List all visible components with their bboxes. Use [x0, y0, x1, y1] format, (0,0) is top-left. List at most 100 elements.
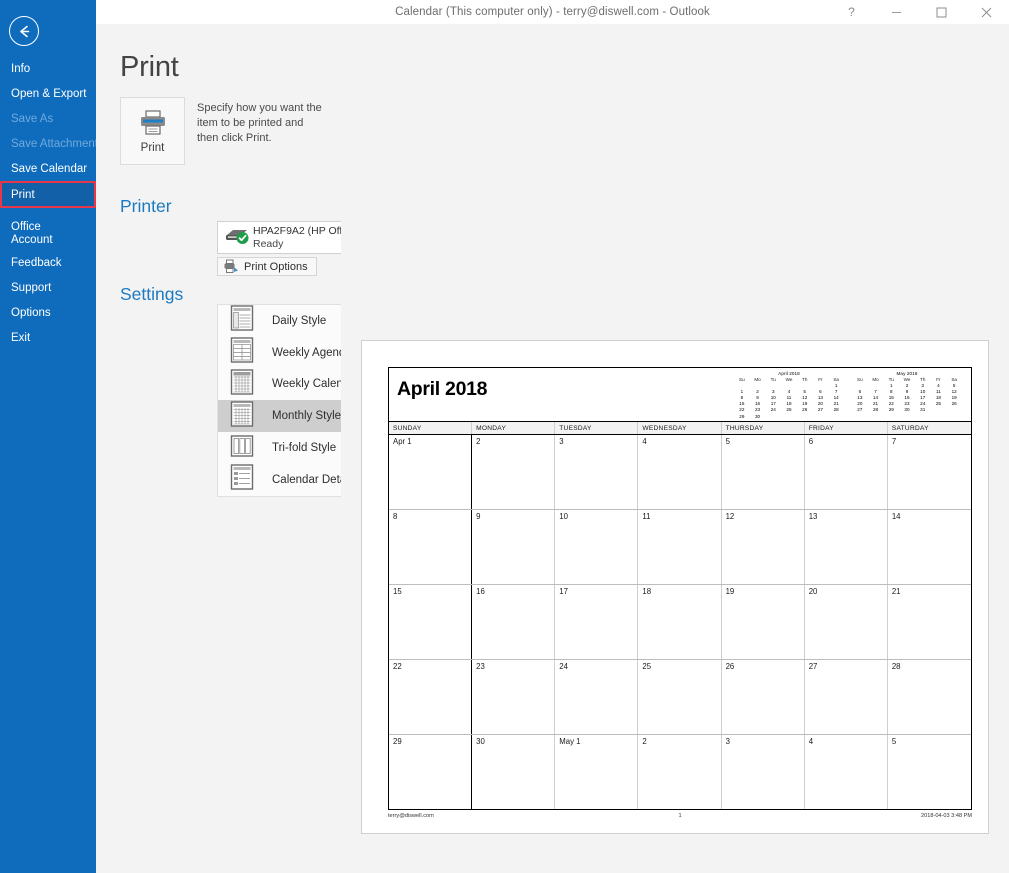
mini-calendar-title: May 2018 [852, 371, 962, 376]
sidebar-item-save-attachments: Save Attachments [0, 131, 96, 156]
question-mark-icon: ? [848, 5, 855, 19]
sidebar-item-save-as: Save As [0, 106, 96, 131]
print-button-label: Print [141, 142, 165, 154]
calendar-day-cell: 8 [389, 510, 472, 584]
mini-calendar-grid: SuMoTuWeThFrSa 1123456789101112131415161… [734, 377, 844, 420]
calendar-day-cell: 15 [389, 585, 472, 659]
calendar-day-cell: 23 [472, 660, 555, 734]
mini-day-blank [765, 414, 781, 420]
calendar-day-cell: 10 [555, 510, 638, 584]
mini-day-cell: 29 [734, 414, 750, 420]
mini-day-blank [828, 414, 844, 420]
calendar-day-cell: Apr 1 [389, 435, 472, 509]
calendar-day-cell: 27 [805, 660, 888, 734]
calendar-day-cell: 4 [805, 735, 888, 809]
calendar-day-cell: 22 [389, 660, 472, 734]
calendar-day-cell: 11 [638, 510, 721, 584]
backstage-nav: Info Open & Export Save As Save Attachme… [0, 56, 96, 350]
calendar-day-cell: 30 [472, 735, 555, 809]
calendar-day-header: WEDNESDAY [638, 422, 721, 434]
sidebar-item-feedback[interactable]: Feedback [0, 250, 96, 275]
print-options-button[interactable]: Print Options [217, 257, 317, 276]
help-button[interactable]: ? [829, 0, 874, 24]
calendar-day-cell: 26 [722, 660, 805, 734]
style-option-label: Daily Style [272, 315, 326, 327]
sidebar-item-label: Save Calendar [11, 163, 87, 175]
monthly-style-icon [230, 401, 254, 432]
printer-icon [138, 109, 168, 137]
printer-section-heading: Printer [120, 196, 172, 217]
sidebar-item-save-calendar[interactable]: Save Calendar [0, 156, 96, 181]
mini-calendar-grid: SuMoTuWeThFrSa 1234567891011121314151617… [852, 377, 962, 414]
calendar-day-cell: 12 [722, 510, 805, 584]
print-preview-area: April 2018 April 2018 SuMoTuWeThFrSa 112… [341, 24, 1009, 873]
mini-day-cell: 28 [868, 407, 884, 413]
calendar-day-header: SUNDAY [389, 422, 472, 434]
sidebar-item-options[interactable]: Options [0, 300, 96, 325]
tri-fold-style-icon [230, 433, 254, 464]
print-options-icon [223, 259, 239, 274]
calendar-day-cell: 14 [888, 510, 971, 584]
sidebar-item-label: Print [11, 189, 35, 201]
sidebar-item-exit[interactable]: Exit [0, 325, 96, 350]
sidebar-item-label: Support [11, 282, 51, 294]
sidebar-divider [0, 208, 96, 217]
maximize-button[interactable] [919, 0, 964, 24]
calendar-day-header: TUESDAY [555, 422, 638, 434]
sidebar-item-label: Options [11, 307, 51, 319]
mini-day-cell: 30 [750, 414, 766, 420]
weekly-agenda-style-icon [230, 337, 254, 368]
footer-account: terry@diswell.com [388, 813, 583, 819]
calendar-day-cell: 24 [555, 660, 638, 734]
calendar-day-cell: 13 [805, 510, 888, 584]
calendar-day-header: THURSDAY [722, 422, 805, 434]
calendar-day-cell: 6 [805, 435, 888, 509]
footer-page-number: 1 [583, 813, 778, 819]
calendar-details-style-icon [230, 464, 254, 495]
window-controls: ? [829, 0, 1009, 24]
calendar-day-cell: 20 [805, 585, 888, 659]
settings-section-heading: Settings [120, 284, 183, 305]
calendar-day-cell: May 1 [555, 735, 638, 809]
mini-day-blank [931, 407, 947, 413]
print-button[interactable]: Print [120, 97, 185, 165]
calendar-week-row: Apr 1234567 [389, 435, 971, 510]
preview-page: April 2018 April 2018 SuMoTuWeThFrSa 112… [361, 340, 989, 834]
calendar-week-grid: Apr 123456789101112131415161718192021222… [388, 435, 972, 810]
minimize-button[interactable] [874, 0, 919, 24]
sidebar-item-print[interactable]: Print [0, 181, 96, 208]
maximize-icon [936, 7, 947, 18]
calendar-day-header: MONDAY [472, 422, 555, 434]
sidebar-item-label: Save Attachments [11, 138, 104, 150]
calendar-day-cell: 28 [888, 660, 971, 734]
sidebar-item-office-account[interactable]: Office Account [0, 217, 96, 250]
back-button[interactable] [9, 16, 39, 46]
mini-calendar-title: April 2018 [734, 371, 844, 376]
calendar-day-cell: 7 [888, 435, 971, 509]
calendar-day-headers: SUNDAYMONDAYTUESDAYWEDNESDAYTHURSDAYFRID… [388, 422, 972, 435]
sidebar-item-label: Feedback [11, 257, 62, 269]
backstage-sidebar: Info Open & Export Save As Save Attachme… [0, 0, 96, 873]
sidebar-item-label: Save As [11, 113, 53, 125]
close-button[interactable] [964, 0, 1009, 24]
mini-day-blank [946, 407, 962, 413]
calendar-day-header: SATURDAY [888, 422, 971, 434]
sidebar-item-info[interactable]: Info [0, 56, 96, 81]
sidebar-item-label: Office [11, 221, 53, 234]
print-description: Specify how you want the item to be prin… [197, 101, 327, 146]
sidebar-item-open-export[interactable]: Open & Export [0, 81, 96, 106]
sidebar-item-support[interactable]: Support [0, 275, 96, 300]
weekly-calendar-style-icon [230, 369, 254, 400]
outlook-backstage-print-window: Calendar (This computer only) - terry@di… [0, 0, 1009, 873]
calendar-day-cell: 16 [472, 585, 555, 659]
calendar-day-cell: 5 [722, 435, 805, 509]
calendar-print-layout: April 2018 April 2018 SuMoTuWeThFrSa 112… [388, 367, 972, 810]
calendar-day-cell: 25 [638, 660, 721, 734]
sidebar-item-label: Open & Export [11, 88, 86, 100]
calendar-week-row: 15161718192021 [389, 585, 971, 660]
calendar-day-header: FRIDAY [805, 422, 888, 434]
sidebar-item-print-wrapper: Print [0, 181, 96, 208]
mini-day-cell: 29 [883, 407, 899, 413]
mini-calendar-april: April 2018 SuMoTuWeThFrSa 11234567891011… [734, 371, 844, 420]
calendar-day-cell: 5 [888, 735, 971, 809]
